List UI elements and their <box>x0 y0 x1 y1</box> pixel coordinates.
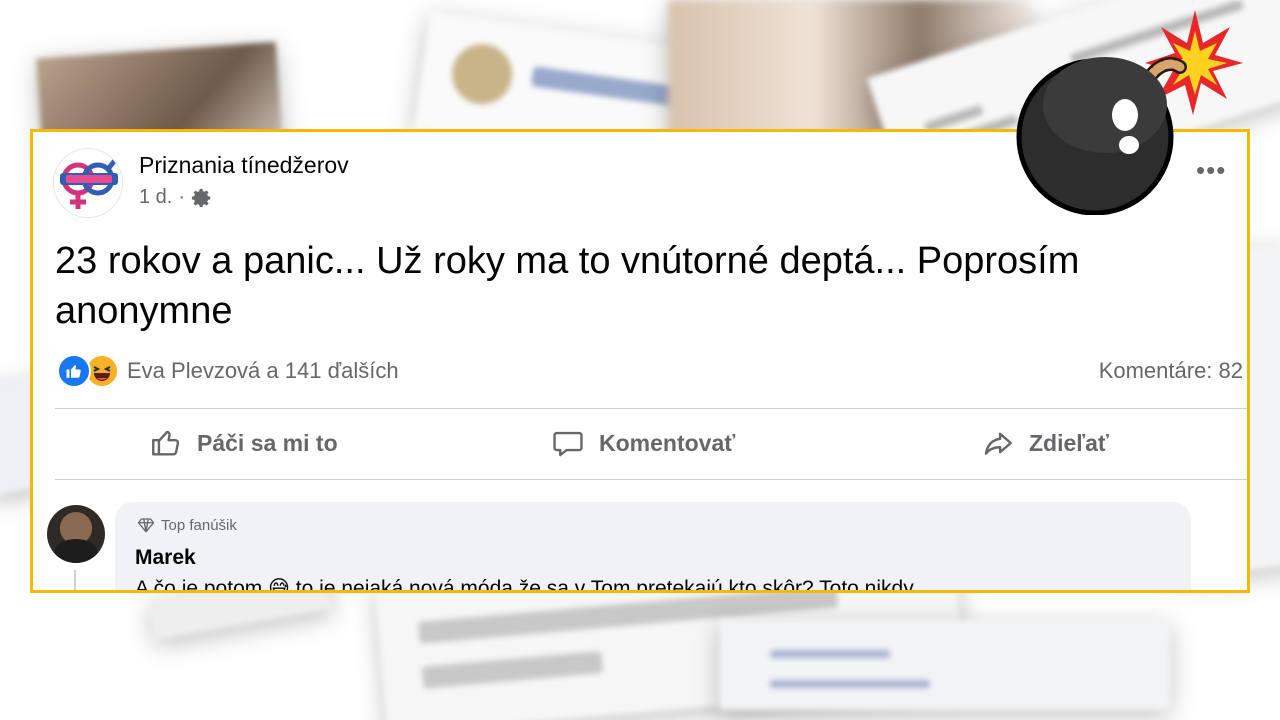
comment-button[interactable]: Komentovať <box>551 415 735 471</box>
reactions-text: Eva Plevzová a 141 ďalších <box>127 358 399 383</box>
post-time[interactable]: 1 d. <box>139 186 172 209</box>
share-icon <box>984 432 1012 455</box>
thread-line <box>74 570 76 590</box>
share-button[interactable]: Zdieľať <box>981 415 1109 471</box>
top-fan-badge: Top fanúšik <box>137 516 237 534</box>
like-reaction-icon <box>57 354 91 388</box>
like-button[interactable]: Páči sa mi to <box>149 415 338 471</box>
comment-bubble: Top fanúšik Marek A čo je potom 😅 to je … <box>115 502 1191 593</box>
action-bar: Páči sa mi to Komentovať Zdieľať <box>33 415 1247 471</box>
divider <box>55 408 1247 409</box>
bomb-icon <box>1016 10 1243 215</box>
divider <box>55 479 1247 480</box>
like-label: Páči sa mi to <box>197 429 338 456</box>
page-logo-icon <box>55 150 122 217</box>
comments-count[interactable]: Komentáre: 82 <box>1099 358 1243 384</box>
commenter-avatar[interactable] <box>47 505 105 563</box>
comment-icon <box>553 431 583 457</box>
post-meta: 1 d. · <box>139 186 213 209</box>
badge-label: Top fanúšik <box>161 516 237 534</box>
meta-separator: · <box>178 186 186 208</box>
commenter-name[interactable]: Marek <box>135 546 196 570</box>
page-name[interactable]: Priznania tínedžerov <box>139 152 349 179</box>
post-header: Priznania tínedžerov 1 d. · <box>53 146 953 218</box>
page-avatar[interactable] <box>53 148 123 218</box>
comment-text: A čo je potom 😅 to je nejaká nová móda ž… <box>135 577 914 593</box>
post-text: 23 rokov a panic... Už roky ma to vnútor… <box>55 240 1080 332</box>
share-label: Zdieľať <box>1029 429 1109 456</box>
thumbs-up-icon <box>152 430 180 456</box>
diamond-icon <box>137 518 155 533</box>
reactions-summary[interactable]: Eva Plevzová a 141 ďalších <box>57 354 399 388</box>
comment-label: Komentovať <box>599 429 736 456</box>
blurred-reply-card <box>720 620 1170 710</box>
gear-icon <box>191 188 211 207</box>
